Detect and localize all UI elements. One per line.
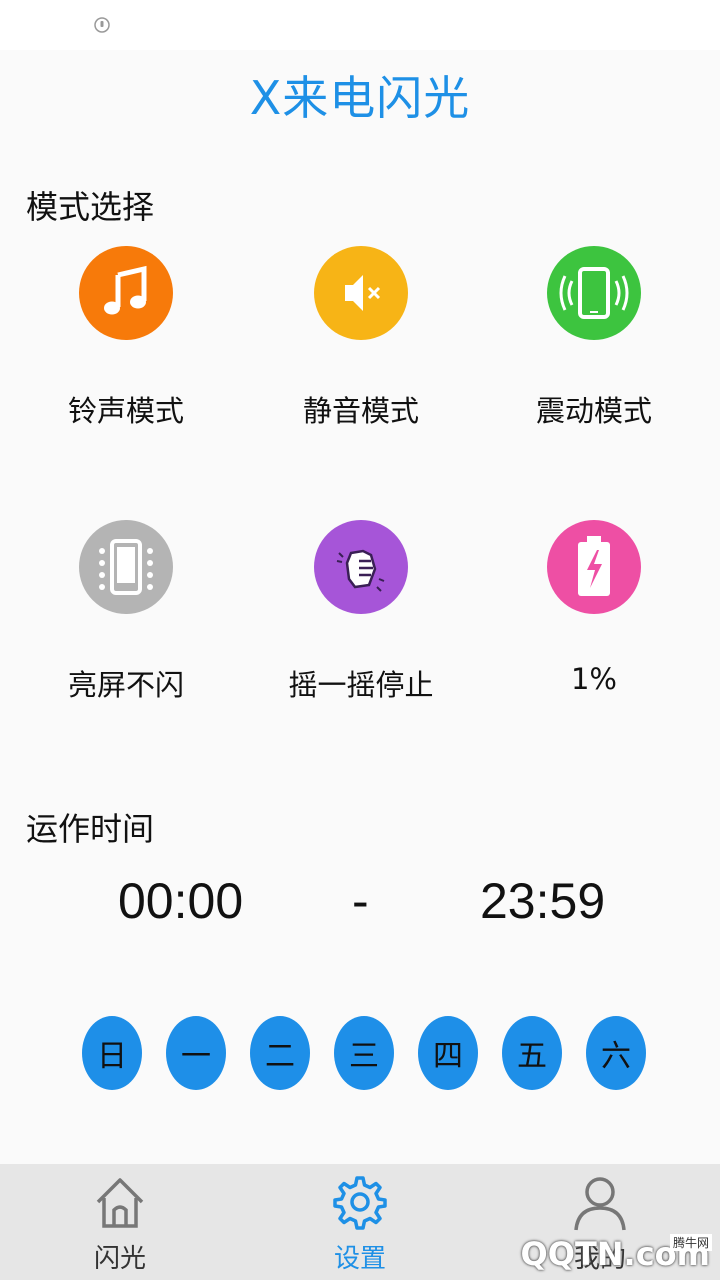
notification-icon [94, 17, 110, 33]
mode-section-title: 模式选择 [26, 188, 155, 226]
day-toggle-thu[interactable]: 四 [418, 1016, 478, 1090]
mode-battery[interactable]: 1% [474, 520, 714, 696]
mode-label: 静音模式 [302, 394, 419, 428]
start-time[interactable]: 00:00 [118, 872, 243, 930]
day-toggle-sat[interactable]: 六 [586, 1016, 646, 1090]
nav-label: 闪光 [93, 1244, 146, 1274]
screen-on-icon [79, 520, 173, 614]
end-time[interactable]: 23:59 [480, 872, 605, 930]
nav-label: 设置 [333, 1244, 386, 1274]
mode-silent[interactable]: 静音模式 [241, 246, 481, 430]
mode-label: 震动模式 [535, 394, 652, 428]
day-toggle-mon[interactable]: 一 [166, 1016, 226, 1090]
status-bar [0, 0, 720, 50]
mode-label: 铃声模式 [67, 394, 184, 428]
nav-settings[interactable]: 设置 [240, 1164, 480, 1280]
mode-vibrate[interactable]: 震动模式 [474, 246, 714, 430]
mode-screen-on[interactable]: 亮屏不闪 [6, 520, 246, 704]
mute-speaker-icon [314, 246, 408, 340]
weekday-selector: 日 一 二 三 四 五 六 [82, 1016, 646, 1090]
day-toggle-tue[interactable]: 二 [250, 1016, 310, 1090]
gear-icon [333, 1176, 387, 1230]
schedule-section-title: 运作时间 [26, 810, 155, 848]
day-toggle-fri[interactable]: 五 [502, 1016, 562, 1090]
battery-low-icon [547, 520, 641, 614]
nav-flash[interactable]: 闪光 [0, 1164, 240, 1280]
mode-label: 1% [570, 662, 617, 696]
user-icon [574, 1177, 626, 1231]
day-toggle-sun[interactable]: 日 [82, 1016, 142, 1090]
vibrate-phone-icon [547, 246, 641, 340]
music-note-icon [79, 246, 173, 340]
time-separator: - [352, 873, 369, 929]
mode-shake-stop[interactable]: 摇一摇停止 [241, 520, 481, 704]
watermark-small-text: 腾牛网 [669, 1234, 712, 1251]
app-title: X来电闪光 [249, 71, 471, 125]
mode-label: 摇一摇停止 [288, 668, 434, 702]
home-icon [96, 1178, 144, 1228]
day-toggle-wed[interactable]: 三 [334, 1016, 394, 1090]
mode-ringtone[interactable]: 铃声模式 [6, 246, 246, 430]
shake-hand-icon [314, 520, 408, 614]
mode-label: 亮屏不闪 [67, 668, 184, 702]
